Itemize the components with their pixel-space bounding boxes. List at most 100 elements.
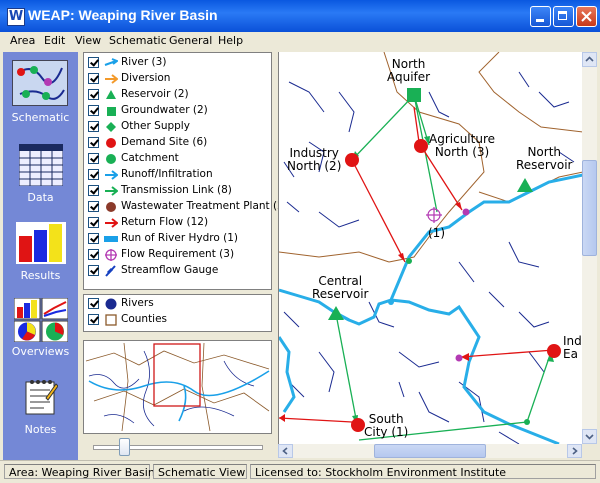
checkbox[interactable] <box>88 169 99 180</box>
status-license: Licensed to: Stockholm Environment Insti… <box>250 464 596 479</box>
checkbox[interactable] <box>88 314 99 325</box>
menu-schematic[interactable]: Schematic <box>109 34 167 47</box>
scroll-right-button[interactable] <box>567 444 582 458</box>
zoom-slider-thumb[interactable] <box>119 438 130 456</box>
view-results[interactable]: Results <box>3 214 78 286</box>
minor-rivers <box>283 71 575 444</box>
checkbox[interactable] <box>88 217 99 228</box>
legend-item-river[interactable]: River (3) <box>88 56 272 71</box>
checkbox[interactable] <box>88 73 99 84</box>
legend-item-catchment[interactable]: Catchment <box>88 152 272 167</box>
legend-item-streamflow-gauge[interactable]: Streamflow Gauge <box>88 264 272 279</box>
catchment-circle-icon <box>106 154 116 164</box>
wastewater-circle-icon <box>106 202 116 212</box>
legend-item-transmission-link[interactable]: Transmission Link (8) <box>88 184 272 199</box>
legend-item-return-flow[interactable]: Return Flow (12) <box>88 216 272 231</box>
north-aquifer-groundwater <box>407 88 421 102</box>
schematic-drawing <box>279 52 583 444</box>
view-schematic[interactable]: Schematic <box>3 56 78 128</box>
legend-item-other-supply[interactable]: Other Supply <box>88 120 272 135</box>
minimize-button[interactable] <box>530 6 551 27</box>
south-city-demand-site <box>351 418 365 432</box>
data-icon <box>19 144 63 186</box>
chevron-down-icon <box>585 434 594 440</box>
menu-bar: Area Edit View Schematic General Help <box>0 32 600 50</box>
river-node <box>388 299 394 305</box>
counties-square-icon <box>105 314 117 326</box>
legend-item-groundwater[interactable]: Groundwater (2) <box>88 104 272 119</box>
schematic-map[interactable]: North Aquifer Agriculture North (3) Indu… <box>278 52 583 444</box>
menu-edit[interactable]: Edit <box>44 34 65 47</box>
scroll-up-button[interactable] <box>582 52 597 67</box>
checkbox[interactable] <box>88 265 99 276</box>
scroll-down-button[interactable] <box>582 429 597 444</box>
checkbox[interactable] <box>88 57 99 68</box>
menu-view[interactable]: View <box>75 34 101 47</box>
checkbox[interactable] <box>88 89 99 100</box>
industry-north-demand-site <box>345 153 359 167</box>
legend-item-flow-requirement[interactable]: Flow Requirement (3) <box>88 248 272 263</box>
checkbox[interactable] <box>88 137 99 148</box>
menu-general[interactable]: General <box>169 34 212 47</box>
checkbox[interactable] <box>88 185 99 196</box>
horizontal-scrollbar[interactable] <box>278 444 582 458</box>
reservoir-triangle-icon <box>106 90 116 99</box>
vertical-scrollbar[interactable] <box>582 52 597 444</box>
zoom-slider[interactable] <box>83 436 270 458</box>
overviews-icon <box>14 298 68 342</box>
checkbox[interactable] <box>88 298 99 309</box>
legend-item-runoff[interactable]: Runoff/Infiltration <box>88 168 272 183</box>
map-label-north-reservoir: North Reservoir <box>516 145 573 172</box>
checkbox[interactable] <box>88 233 99 244</box>
menu-area[interactable]: Area <box>10 34 35 47</box>
chevron-left-icon <box>282 447 288 455</box>
river-arrow-icon <box>104 58 118 66</box>
rivers-circle-icon <box>105 298 117 310</box>
link-arrowheads <box>352 136 554 424</box>
close-button[interactable] <box>576 6 597 27</box>
overview-minimap[interactable] <box>83 340 272 434</box>
legend-item-diversion[interactable]: Diversion <box>88 72 272 87</box>
legend-item-run-of-river-hydro[interactable]: Run of River Hydro (1) <box>88 232 272 247</box>
status-area: Area: Weaping River Basin <box>4 464 155 479</box>
view-label-schematic: Schematic <box>11 111 70 124</box>
checkbox[interactable] <box>88 201 99 212</box>
return-flow-node <box>462 208 470 216</box>
flow-requirement-marker <box>426 207 442 223</box>
view-label-notes: Notes <box>24 423 57 436</box>
checkbox[interactable] <box>88 105 99 116</box>
hydro-bar-icon <box>104 236 118 242</box>
maximize-button[interactable] <box>553 6 574 27</box>
minimap-drawing <box>85 342 270 432</box>
view-overviews[interactable]: Overviews <box>3 292 78 364</box>
withdrawal-node <box>406 258 412 264</box>
app-icon[interactable]: W <box>7 8 25 26</box>
checkbox[interactable] <box>88 249 99 260</box>
vertical-scroll-thumb[interactable] <box>582 160 597 256</box>
other-supply-diamond-icon <box>106 122 116 132</box>
industry-east-demand-site <box>547 344 561 358</box>
close-icon <box>581 11 592 22</box>
view-notes[interactable]: Notes <box>3 370 78 442</box>
checkbox[interactable] <box>88 153 99 164</box>
groundwater-square-icon <box>107 107 116 116</box>
overlay-item-rivers[interactable]: Rivers <box>88 297 272 312</box>
scroll-left-button[interactable] <box>278 444 293 458</box>
horizontal-scroll-thumb[interactable] <box>374 444 486 458</box>
diversion-arrow-icon <box>105 74 118 84</box>
maximize-icon <box>558 11 567 20</box>
return-flow-node-east <box>455 354 463 362</box>
map-label-industry-east: Ind Ea <box>563 334 582 361</box>
view-data[interactable]: Data <box>3 136 78 208</box>
demand-site-circle-icon <box>106 138 116 148</box>
notes-icon <box>25 380 58 415</box>
window-title: WEAP: Weaping River Basin <box>28 7 218 23</box>
overlay-item-counties[interactable]: Counties <box>88 313 272 328</box>
checkbox[interactable] <box>88 121 99 132</box>
status-view: Schematic View <box>153 464 247 479</box>
map-label-central-reservoir: Central Reservoir <box>312 274 369 301</box>
menu-help[interactable]: Help <box>218 34 243 47</box>
legend-item-reservoir[interactable]: Reservoir (2) <box>88 88 272 103</box>
legend-item-wastewater[interactable]: Wastewater Treatment Plant (2) <box>88 200 288 215</box>
legend-item-demand-site[interactable]: Demand Site (6) <box>88 136 272 151</box>
